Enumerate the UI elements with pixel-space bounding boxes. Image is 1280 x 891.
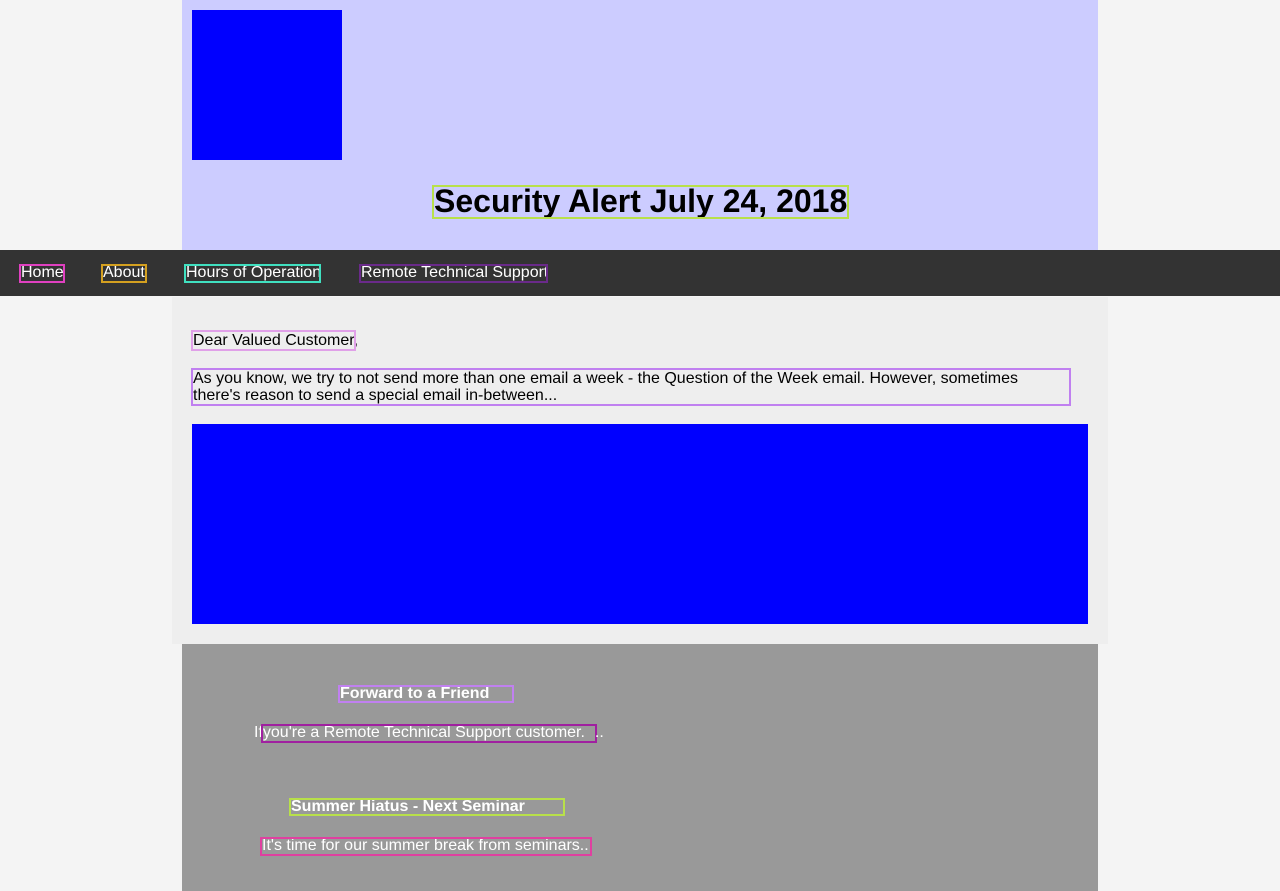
nav-item-remote-technical-support[interactable]: Remote Technical Support	[359, 264, 548, 283]
footer-articles: Forward to a Friend If you're a Remote T…	[182, 644, 1098, 891]
greeting-text: Dear Valued Customer	[191, 330, 356, 351]
page-title: Security Alert July 24, 2018	[431, 183, 850, 219]
nav-item-about[interactable]: About	[101, 264, 147, 283]
article-summary-forward-to-a-friend: If you're a Remote Technical Support cus…	[254, 724, 604, 743]
article-summary-prefix: If	[254, 724, 263, 741]
top-navigation: Home About Hours of Operation Remote Tec…	[0, 250, 1280, 296]
article-summary-suffix: ..	[594, 724, 604, 741]
nav-item-home[interactable]: Home	[19, 264, 65, 283]
main-content: Dear Valued Customer, As you know, we tr…	[172, 297, 1108, 644]
nav-item-hours-of-operation[interactable]: Hours of Operation	[184, 264, 321, 283]
article-title-forward-to-a-friend[interactable]: Forward to a Friend	[338, 685, 514, 703]
greeting: Dear Valued Customer,	[191, 330, 359, 351]
header: Security Alert July 24, 2018	[182, 0, 1098, 250]
article-summary-text[interactable]: you're a Remote Technical Support custom…	[260, 724, 597, 743]
logo-image	[192, 10, 342, 160]
article-title-summer-hiatus[interactable]: Summer Hiatus - Next Seminar	[289, 798, 565, 816]
hero-image	[192, 424, 1088, 624]
intro-paragraph: As you know, we try to not send more tha…	[191, 368, 1071, 406]
article-summary-summer-hiatus[interactable]: It's time for our summer break from semi…	[260, 837, 592, 856]
greeting-comma: ,	[353, 332, 359, 349]
